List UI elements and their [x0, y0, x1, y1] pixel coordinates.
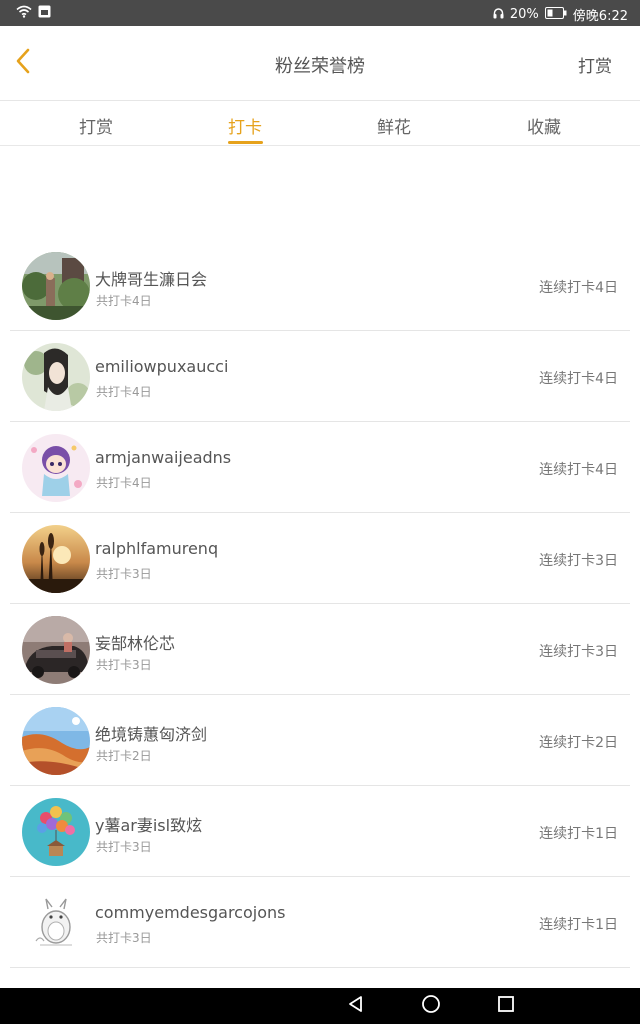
fan-name: armjanwaijeadns [95, 448, 232, 467]
fan-name: commyemdesgarcojons [95, 903, 286, 922]
status-left [16, 5, 51, 22]
nav-home-button[interactable] [419, 994, 443, 1018]
fan-total-checkins: 共打卡2日 [96, 749, 152, 763]
nav-back-button[interactable] [344, 994, 368, 1018]
tab-favorites[interactable]: 收藏 [504, 113, 584, 138]
avatar [22, 343, 90, 411]
avatar [22, 616, 90, 684]
fan-total-checkins: 共打卡3日 [96, 840, 152, 854]
tab-reward[interactable]: 打赏 [56, 113, 136, 138]
active-tab-indicator [228, 141, 263, 144]
battery-percent: 20% [509, 7, 539, 22]
list-item[interactable]: ralphlfamurenq 共打卡3日 连续打卡3日 [0, 513, 640, 604]
fan-total-checkins: 共打卡4日 [96, 385, 152, 399]
fan-total-checkins: 共打卡3日 [96, 658, 152, 672]
list-item[interactable]: 妄郜林伦芯 共打卡3日 连续打卡3日 [0, 604, 640, 695]
list-item[interactable]: emiliowpuxaucci 共打卡4日 连续打卡4日 [0, 331, 640, 422]
avatar [22, 798, 90, 866]
fan-total-checkins: 共打卡3日 [96, 567, 152, 581]
avatar [22, 434, 90, 502]
list-item[interactable]: commyemdesgarcojons 共打卡3日 连续打卡1日 [0, 877, 640, 968]
fan-name: 妄郜林伦芯 [95, 634, 176, 653]
fan-streak: 连续打卡1日 [539, 917, 618, 933]
fan-total-checkins: 共打卡4日 [96, 294, 152, 308]
fan-streak: 连续打卡2日 [539, 735, 618, 751]
reward-button[interactable]: 打赏 [578, 52, 612, 77]
triangle-back-icon [347, 995, 365, 1017]
fan-list: 大牌哥生濂日会 共打卡4日 连续打卡4日 emiliowpuxaucci 共打卡… [0, 240, 640, 968]
fan-name: 大牌哥生濂日会 [95, 270, 208, 289]
fan-streak: 连续打卡1日 [539, 826, 618, 842]
tab-bar: 打赏 打卡 鲜花 收藏 [0, 101, 640, 146]
nav-recents-button[interactable] [494, 994, 518, 1018]
list-item[interactable]: 大牌哥生濂日会 共打卡4日 连续打卡4日 [0, 240, 640, 331]
wifi-icon [16, 5, 32, 22]
fan-streak: 连续打卡3日 [539, 644, 618, 660]
fan-name: 绝境铸蕙匈济剑 [95, 725, 208, 744]
divider [10, 967, 630, 968]
avatar [22, 707, 90, 775]
photo-notification-icon [38, 5, 51, 22]
square-recents-icon [497, 995, 515, 1017]
fan-total-checkins: 共打卡3日 [96, 931, 152, 945]
fan-name: y薯ar妻isl致炫 [95, 816, 203, 835]
list-item[interactable]: 绝境铸蕙匈济剑 共打卡2日 连续打卡2日 [0, 695, 640, 786]
avatar [22, 525, 90, 593]
clock: 傍晚6:22 [572, 9, 628, 24]
fan-streak: 连续打卡4日 [539, 371, 618, 387]
list-item[interactable]: armjanwaijeadns 共打卡4日 连续打卡4日 [0, 422, 640, 513]
avatar [22, 889, 90, 957]
fan-total-checkins: 共打卡4日 [96, 476, 152, 490]
battery-icon [544, 6, 567, 23]
fan-name: ralphlfamurenq [95, 539, 219, 558]
app-bar: 粉丝荣誉榜 打赏 [0, 26, 640, 101]
system-nav-bar [0, 988, 640, 1024]
list-item[interactable]: y薯ar妻isl致炫 共打卡3日 连续打卡1日 [0, 786, 640, 877]
fan-streak: 连续打卡3日 [539, 553, 618, 569]
fan-streak: 连续打卡4日 [539, 462, 618, 478]
headphone-icon [493, 7, 504, 23]
tab-checkin[interactable]: 打卡 [205, 113, 285, 138]
avatar [22, 252, 90, 320]
fan-name: emiliowpuxaucci [95, 357, 229, 376]
tab-flowers[interactable]: 鲜花 [354, 113, 434, 138]
fan-streak: 连续打卡4日 [539, 280, 618, 296]
page-title: 粉丝荣誉榜 [275, 56, 365, 77]
status-bar: 20% 傍晚6:22 [0, 0, 640, 26]
circle-home-icon [421, 994, 441, 1018]
status-right: 20% 傍晚6:22 [493, 5, 628, 24]
